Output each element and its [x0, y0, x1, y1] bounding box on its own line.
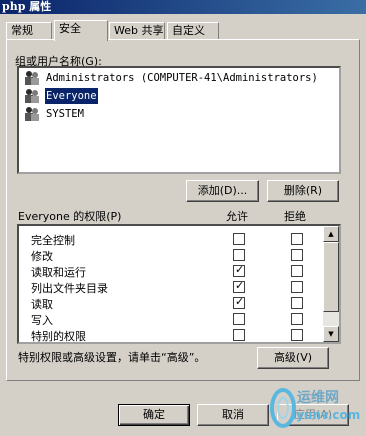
checkmark-icon: ✓ — [235, 279, 245, 292]
user-group-icon — [25, 107, 39, 121]
cancel-button[interactable]: 取消 — [197, 404, 269, 426]
permissions-scrollbar[interactable]: ▲ ▼ — [323, 226, 339, 342]
tab-custom[interactable]: 自定义 — [167, 22, 219, 40]
deny-checkbox[interactable] — [291, 281, 303, 293]
user-item-administrators[interactable]: Administrators (COMPUTER-41\Administrato… — [23, 70, 335, 88]
deny-column-header: 拒绝 — [284, 210, 306, 223]
checkmark-icon: ✓ — [235, 295, 245, 308]
tab-security[interactable]: 安全 — [54, 20, 108, 41]
permission-name: 列出文件夹目录 — [31, 282, 108, 295]
add-button[interactable]: 添加(D)... — [186, 180, 259, 202]
watermark-url: iyunv.com — [292, 408, 361, 422]
checkmark-icon: ✓ — [235, 263, 245, 276]
deny-checkbox[interactable] — [291, 265, 303, 277]
remove-button[interactable]: 删除(R) — [267, 180, 339, 202]
user-item-label: SYSTEM — [46, 108, 84, 120]
allow-checkbox[interactable]: ✓ — [233, 295, 245, 309]
advanced-button[interactable]: 高级(V) — [257, 347, 329, 369]
permission-name: 读取和运行 — [31, 266, 86, 279]
allow-checkbox[interactable]: ✓ — [233, 263, 245, 277]
deny-checkbox[interactable] — [291, 313, 303, 325]
permission-name: 修改 — [31, 250, 53, 263]
allow-checkbox[interactable] — [233, 233, 245, 245]
permissions-list: 完全控制 修改 读取和运行 ✓ 列出文件夹目录 ✓ 读取 ✓ 写入 特别的权限 … — [17, 224, 341, 344]
permission-name: 写入 — [31, 314, 53, 327]
ok-button[interactable]: 确定 — [118, 404, 190, 426]
tab-strip: 常规 安全 Web 共享 自定义 — [6, 20, 360, 41]
permission-row-full-control: 完全控制 — [19, 231, 319, 247]
advanced-note: 特别权限或高级设置，请单击“高级”。 — [18, 351, 206, 364]
permission-row-read: 读取 ✓ — [19, 295, 319, 311]
permission-row-special: 特别的权限 — [19, 327, 319, 343]
user-item-label: Administrators (COMPUTER-41\Administrato… — [46, 72, 318, 84]
permission-name: 完全控制 — [31, 234, 75, 247]
window-title: php 属性 — [2, 0, 52, 13]
user-group-icon — [25, 71, 39, 85]
allow-checkbox[interactable]: ✓ — [233, 279, 245, 293]
scroll-up-arrow-icon[interactable]: ▲ — [323, 226, 339, 242]
permission-name: 特别的权限 — [31, 330, 86, 343]
allow-checkbox[interactable] — [233, 313, 245, 325]
watermark: 运维网 iyunv.com — [268, 384, 364, 434]
deny-checkbox[interactable] — [291, 329, 303, 341]
allow-checkbox[interactable] — [233, 249, 245, 261]
permission-row-modify: 修改 — [19, 247, 319, 263]
user-group-icon — [25, 89, 39, 103]
permission-name: 读取 — [31, 298, 53, 311]
users-listbox[interactable]: Administrators (COMPUTER-41\Administrato… — [17, 66, 341, 174]
allow-column-header: 允许 — [226, 210, 248, 223]
allow-checkbox[interactable] — [233, 329, 245, 341]
permissions-label: Everyone 的权限(P) — [18, 210, 122, 223]
title-bar: php 属性 — [0, 0, 366, 14]
deny-checkbox[interactable] — [291, 233, 303, 245]
permission-row-write: 写入 — [19, 311, 319, 327]
deny-checkbox[interactable] — [291, 249, 303, 261]
permission-row-read-execute: 读取和运行 ✓ — [19, 263, 319, 279]
tab-web-sharing[interactable]: Web 共享 — [109, 22, 165, 40]
tab-general[interactable]: 常规 — [6, 22, 52, 40]
deny-checkbox[interactable] — [291, 297, 303, 309]
user-item-label: Everyone — [45, 88, 98, 104]
scroll-down-arrow-icon[interactable]: ▼ — [323, 326, 339, 342]
watermark-text: 运维网 — [297, 390, 339, 406]
permission-row-list-folder: 列出文件夹目录 ✓ — [19, 279, 319, 295]
user-item-system[interactable]: SYSTEM — [23, 106, 335, 124]
scrollbar-thumb[interactable] — [323, 242, 339, 312]
user-item-everyone[interactable]: Everyone — [23, 88, 335, 106]
